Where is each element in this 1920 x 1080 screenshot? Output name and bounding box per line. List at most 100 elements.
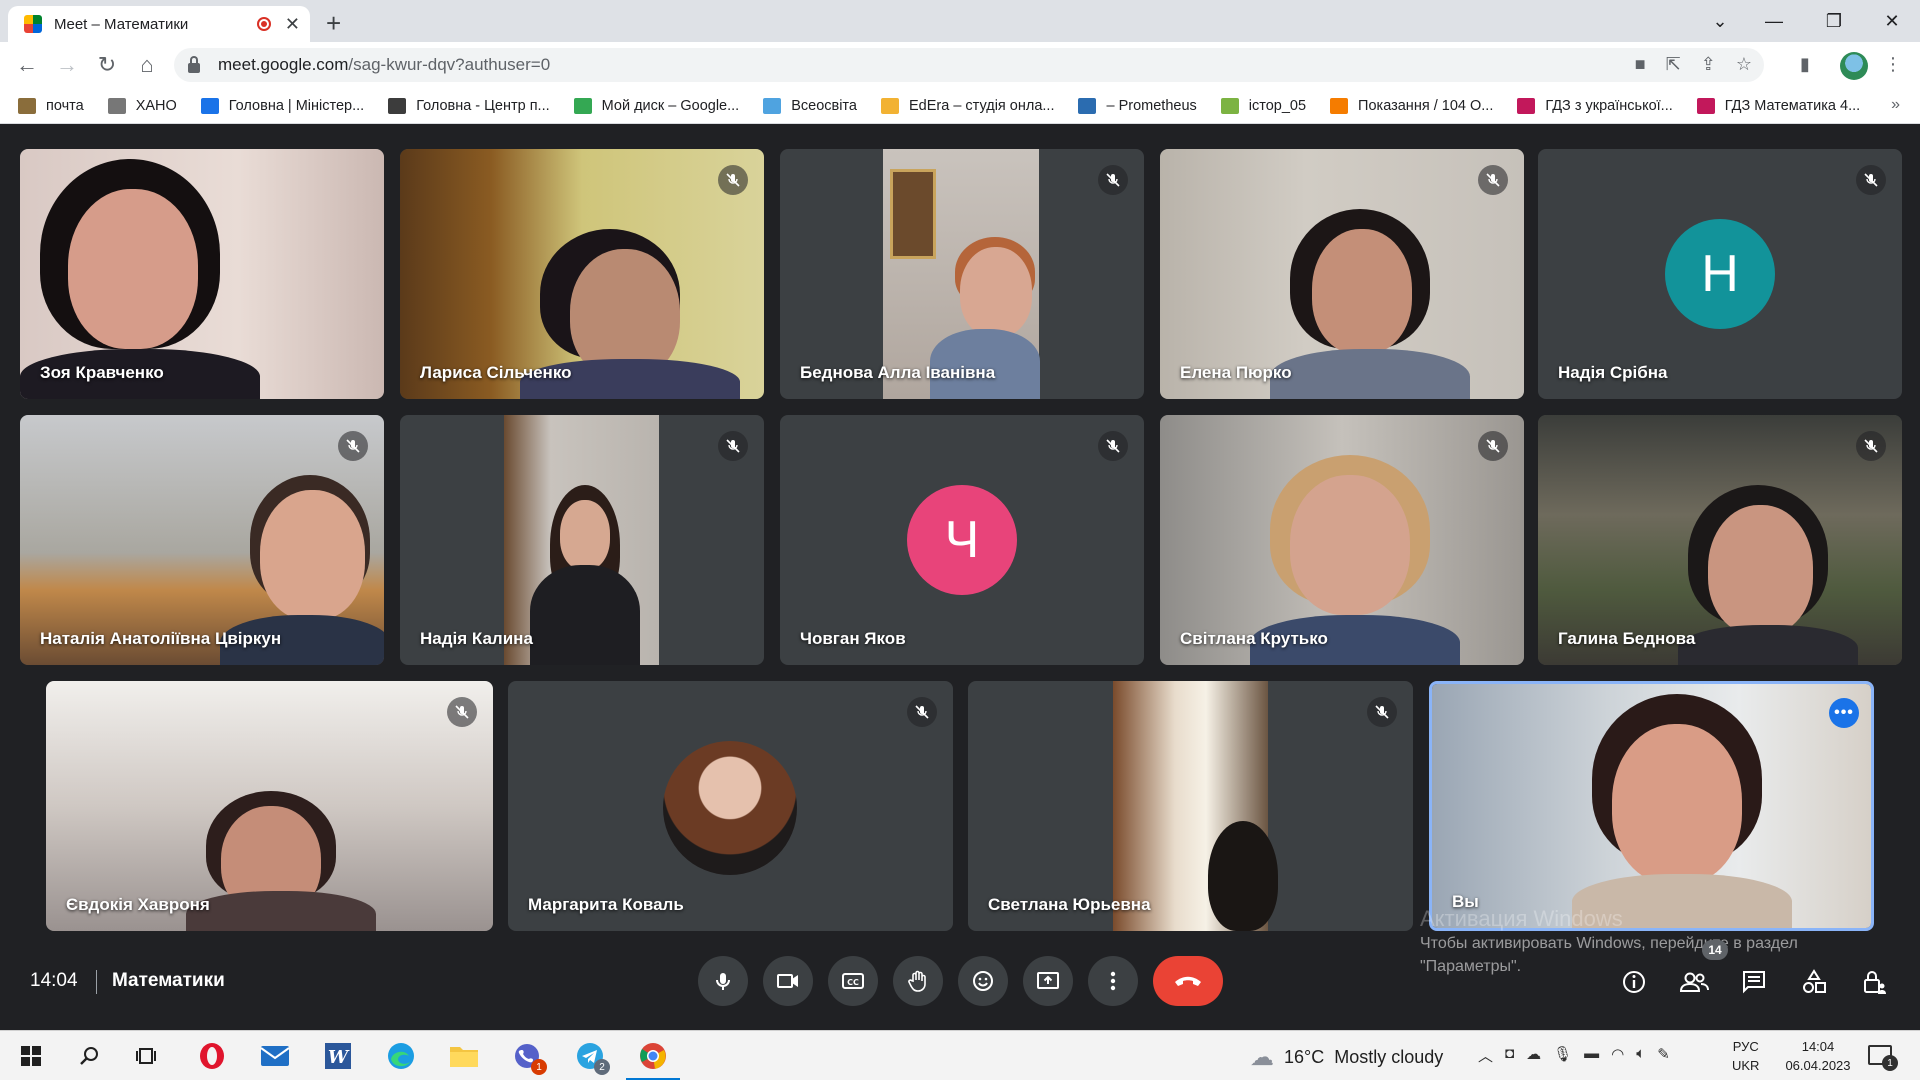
chat-button[interactable] [1734, 962, 1774, 1002]
minimize-button[interactable]: — [1746, 4, 1802, 38]
chrome-icon[interactable] [626, 1039, 680, 1080]
people-button[interactable] [1674, 962, 1714, 1002]
windows-start-icon[interactable] [14, 1039, 48, 1073]
prometheus-icon [1078, 97, 1097, 114]
weather-widget[interactable]: ☁ 16°C Mostly cloudy [1250, 1043, 1443, 1072]
captions-button[interactable]: CC [828, 956, 878, 1006]
participant-tile[interactable]: Ч Човган Яков [780, 415, 1144, 665]
participant-tile[interactable]: Галина Беднова [1538, 415, 1902, 665]
search-icon[interactable] [72, 1039, 106, 1073]
participant-tile[interactable]: Наталія Анатоліївна Цвіркун [20, 415, 384, 665]
meeting-details-button[interactable] [1614, 962, 1654, 1002]
profile-avatar[interactable] [1840, 52, 1868, 80]
bookmark-item[interactable]: Всеосвіта [763, 97, 857, 114]
mic-off-icon [1478, 431, 1508, 461]
edge-icon[interactable] [384, 1039, 418, 1073]
bookmark-label: істор_05 [1248, 97, 1307, 114]
bookmark-item[interactable]: істор_05 [1220, 97, 1307, 114]
activities-button[interactable] [1794, 962, 1834, 1002]
bookmark-item[interactable]: Мой диск – Google... [573, 97, 739, 114]
participant-tile[interactable]: Світлана Крутько [1160, 415, 1524, 665]
tab-title: Meet – Математики [54, 15, 189, 33]
participant-tile[interactable]: Зоя Кравченко [20, 149, 384, 399]
raise-hand-button[interactable] [893, 956, 943, 1006]
bookmark-item[interactable]: Показання / 104 О... [1330, 97, 1493, 114]
language-indicator[interactable]: РУС UKR [1732, 1037, 1759, 1075]
opera-icon[interactable] [195, 1039, 229, 1073]
share-icon[interactable]: ⇪ [1701, 54, 1716, 75]
participant-tile[interactable]: Елена Пюрко [1160, 149, 1524, 399]
cloudy-icon: ☁ [1250, 1044, 1274, 1071]
camera-tray-icon[interactable]: ◘ [1505, 1045, 1514, 1066]
tab-search-icon[interactable]: ⌄ [1692, 4, 1748, 38]
mic-tray-icon[interactable]: 🎙︎ [1553, 1045, 1572, 1066]
participant-tile[interactable]: Светлана Юрьевна [968, 681, 1413, 931]
side-panel-icon[interactable]: ▮ [1800, 54, 1810, 75]
camera-in-use-icon[interactable]: ■ [1635, 54, 1646, 75]
hand-icon [908, 970, 926, 992]
pen-icon[interactable]: ✎ [1657, 1045, 1670, 1066]
maximize-button[interactable]: ❐ [1806, 4, 1862, 38]
present-button[interactable] [1023, 956, 1073, 1006]
present-screen-icon [1037, 972, 1059, 989]
bookmark-item[interactable]: – Prometheus [1078, 97, 1197, 114]
reactions-button[interactable] [958, 956, 1008, 1006]
cloud-tray-icon[interactable]: ☁ [1526, 1045, 1541, 1066]
vertical-dots-icon [1110, 971, 1116, 991]
open-in-app-icon[interactable]: ⇱ [1666, 54, 1681, 75]
bookmark-item[interactable]: Головна - Центр п... [388, 97, 550, 114]
bookmark-item[interactable]: ГДЗ з української... [1517, 97, 1673, 114]
close-window-button[interactable]: ✕ [1864, 4, 1920, 38]
host-controls-button[interactable] [1854, 962, 1894, 1002]
meeting-clock: 14:04 [30, 970, 78, 991]
participant-name: Євдокія Хавроня [66, 895, 210, 914]
participant-photo [663, 741, 797, 875]
menu-icon[interactable]: ⋮ [1884, 54, 1902, 75]
participant-tile[interactable]: Беднова Алла Іванівна [780, 149, 1144, 399]
more-bookmarks-button[interactable]: » [1891, 96, 1900, 114]
volume-icon[interactable]: 🔈︎ [1636, 1045, 1645, 1066]
participant-tile[interactable]: Н Надія Срібна [1538, 149, 1902, 399]
participant-tile[interactable]: Надія Калина [400, 415, 764, 665]
clock-date[interactable]: 14:04 06.04.2023 [1776, 1037, 1860, 1075]
bookmark-item[interactable]: почта [18, 97, 84, 114]
leave-call-button[interactable] [1153, 956, 1223, 1006]
mail-app-icon[interactable] [258, 1039, 292, 1073]
viber-icon[interactable]: 1 [510, 1039, 547, 1075]
vseosvita-icon [763, 97, 782, 114]
file-explorer-icon[interactable] [447, 1039, 481, 1073]
bookmark-item[interactable]: ХАНО [107, 97, 177, 114]
chevron-up-icon[interactable]: ︿ [1478, 1045, 1493, 1066]
forward-icon[interactable]: → [52, 50, 82, 80]
participant-tile[interactable]: Маргарита Коваль [508, 681, 953, 931]
battery-icon[interactable]: ▬ [1584, 1045, 1599, 1066]
notifications-icon[interactable]: 1 [1868, 1045, 1898, 1071]
recording-icon [256, 17, 271, 31]
reload-icon[interactable]: ↻ [92, 50, 122, 80]
address-bar[interactable]: meet.google.com/sag-kwur-dqv?authuser=0 … [174, 48, 1764, 82]
people-icon [1679, 972, 1709, 992]
back-icon[interactable]: ← [12, 50, 42, 80]
self-view-tile[interactable]: ••• Вы [1429, 681, 1874, 931]
new-tab-button[interactable]: + [326, 8, 341, 39]
tab-close-button[interactable]: ✕ [285, 14, 300, 35]
mic-off-icon [1856, 431, 1886, 461]
tab-meet[interactable]: Meet – Математики ✕ [8, 6, 310, 42]
more-options-icon[interactable]: ••• [1829, 698, 1859, 728]
telegram-icon[interactable]: 2 [573, 1039, 610, 1075]
bookmark-item[interactable]: ГДЗ Математика 4... [1696, 97, 1860, 114]
bookmark-star-icon[interactable]: ☆ [1736, 54, 1752, 75]
word-icon[interactable]: W [321, 1039, 355, 1073]
participant-tile[interactable]: Євдокія Хавроня [46, 681, 493, 931]
home-icon[interactable]: ⌂ [132, 50, 162, 80]
bookmark-label: Всеосвіта [791, 97, 857, 114]
microphone-button[interactable] [698, 956, 748, 1006]
participant-avatar: Н [1665, 219, 1775, 329]
task-view-icon[interactable] [130, 1039, 164, 1073]
more-options-button[interactable] [1088, 956, 1138, 1006]
bookmark-item[interactable]: EdEra – студія онла... [880, 97, 1054, 114]
bookmark-item[interactable]: Головна | Міністер... [200, 97, 364, 114]
camera-button[interactable] [763, 956, 813, 1006]
network-icon[interactable]: ◠ [1611, 1045, 1624, 1066]
participant-tile[interactable]: Лариса Сільченко [400, 149, 764, 399]
